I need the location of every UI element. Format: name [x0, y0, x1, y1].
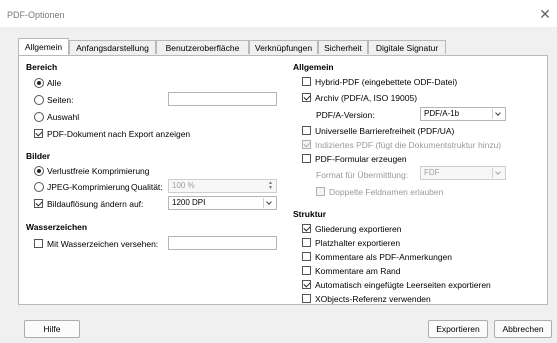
allgemein-heading: Allgemein — [293, 62, 334, 72]
wasserzeichen-input[interactable] — [168, 236, 277, 250]
pdfa-version-value: PDF/A-1b — [424, 109, 460, 118]
spin-arrows-icon[interactable]: ▲ ▼ — [266, 181, 275, 191]
barrierefreiheit-label: Universelle Barrierefreiheit (PDF/UA) — [315, 126, 455, 136]
nach-export-label: PDF-Dokument nach Export anzeigen — [47, 129, 191, 139]
checkbox-hybrid-pdf[interactable] — [302, 77, 311, 86]
gliederung-label: Gliederung exportieren — [315, 224, 402, 234]
jpeg-label: JPEG-Komprimierung — [47, 182, 130, 192]
checkbox-barrierefreiheit[interactable] — [302, 126, 311, 135]
tab-allgemein[interactable]: Allgemein — [18, 38, 69, 55]
bereich-heading: Bereich — [26, 62, 58, 72]
tab-verknuepfungen[interactable]: Verknüpfungen — [249, 40, 318, 54]
checkbox-leerseiten[interactable] — [302, 280, 311, 289]
checkbox-kommentare-pdf[interactable] — [302, 252, 311, 261]
tab-benutzeroberflaeche[interactable]: Benutzeroberfläche — [156, 40, 249, 54]
radio-alle[interactable] — [34, 78, 44, 88]
format-dropdown[interactable]: FDF — [420, 166, 506, 180]
aufloesung-label: Bildauflösung ändern auf: — [47, 199, 144, 209]
tab-anfangsdarstellung[interactable]: Anfangsdarstellung — [69, 40, 156, 54]
seiten-input[interactable] — [168, 92, 277, 106]
wasserzeichen-label: Mit Wasserzeichen versehen: — [47, 239, 159, 249]
platzhalter-label: Platzhalter exportieren — [315, 238, 401, 248]
verlustfrei-label: Verlustfreie Komprimierung — [47, 166, 150, 176]
checkbox-kommentare-rand[interactable] — [302, 266, 311, 275]
window-title: PDF-Optionen — [7, 10, 65, 20]
radio-verlustfrei[interactable] — [34, 166, 44, 176]
checkbox-aufloesung[interactable] — [34, 199, 43, 208]
checkbox-gliederung[interactable] — [302, 224, 311, 233]
bilder-heading: Bilder — [26, 151, 51, 161]
kommentare-rand-label: Kommentare am Rand — [315, 266, 401, 276]
archiv-label: Archiv (PDF/A, ISO 19005) — [315, 93, 418, 103]
qualitaet-label: Qualität: — [131, 182, 163, 192]
aufloesung-dropdown[interactable]: 1200 DPI — [168, 196, 277, 210]
radio-auswahl-label: Auswahl — [47, 112, 80, 122]
checkbox-platzhalter[interactable] — [302, 238, 311, 247]
qualitaet-value: 100 % — [172, 181, 195, 190]
pdfa-version-dropdown[interactable]: PDF/A-1b — [420, 107, 506, 121]
checkbox-xobjects[interactable] — [302, 294, 311, 303]
indiziert-label: Indiziertes PDF (fügt die Dokumentstrukt… — [315, 140, 502, 150]
checkbox-pdf-formular[interactable] — [302, 154, 311, 163]
checkbox-wasserzeichen[interactable] — [34, 239, 43, 248]
radio-jpeg[interactable] — [34, 182, 44, 192]
chevron-down-icon — [492, 109, 504, 119]
radio-seiten[interactable] — [34, 95, 44, 105]
chevron-down-icon — [492, 168, 504, 178]
qualitaet-spinner[interactable]: 100 % ▲ ▼ — [168, 179, 277, 193]
tab-sicherheit[interactable]: Sicherheit — [318, 40, 368, 54]
hybrid-label: Hybrid-PDF (eingebettete ODF-Datei) — [315, 77, 458, 87]
xobjects-label: XObjects-Referenz verwenden — [315, 294, 431, 304]
wasserzeichen-heading: Wasserzeichen — [26, 222, 88, 232]
checkbox-doppelte-feldnamen[interactable] — [316, 187, 325, 196]
checkbox-indiziertes-pdf[interactable] — [302, 140, 311, 149]
radio-alle-label: Alle — [47, 78, 62, 88]
help-button[interactable]: Hilfe — [24, 320, 80, 338]
title-bar: PDF-Optionen ✕ — [0, 0, 557, 27]
format-value: FDF — [424, 168, 440, 177]
doppelte-label: Doppelte Feldnamen erlauben — [329, 187, 444, 197]
checkbox-nach-export-anzeigen[interactable] — [34, 129, 43, 138]
tab-panel-allgemein — [18, 55, 548, 305]
struktur-heading: Struktur — [293, 209, 327, 219]
radio-seiten-label: Seiten: — [47, 95, 74, 105]
chevron-down-icon — [263, 198, 275, 208]
tab-digitale-signatur[interactable]: Digitale Signatur — [368, 40, 446, 54]
format-label: Format für Übermittlung: — [316, 170, 409, 180]
pdfa-version-label: PDF/A-Version: — [316, 110, 375, 120]
checkbox-archiv[interactable] — [302, 93, 311, 102]
kommentare-pdf-label: Kommentare als PDF-Anmerkungen — [315, 252, 453, 262]
leerseiten-label: Automatisch eingefügte Leerseiten export… — [315, 280, 491, 290]
aufloesung-value: 1200 DPI — [172, 198, 206, 207]
cancel-button[interactable]: Abbrechen — [494, 320, 552, 338]
close-icon[interactable]: ✕ — [538, 7, 552, 21]
radio-auswahl[interactable] — [34, 112, 44, 122]
export-button[interactable]: Exportieren — [428, 320, 488, 338]
formular-label: PDF-Formular erzeugen — [315, 154, 407, 164]
